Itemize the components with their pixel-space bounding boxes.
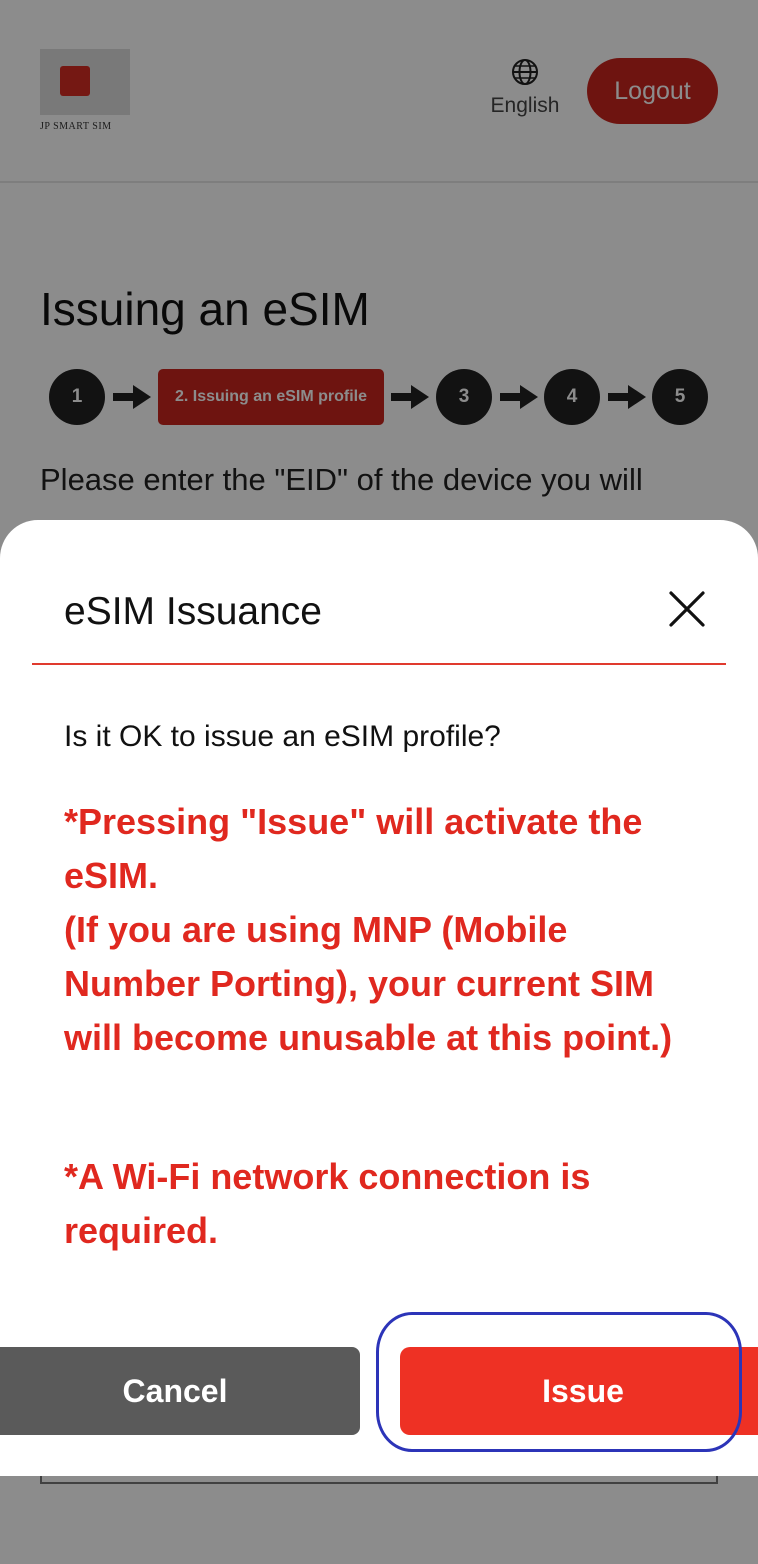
activation-warning: *Pressing "Issue" will activate the eSIM… (64, 795, 704, 1065)
esim-issuance-dialog: eSIM Issuance Is it OK to issue an eSIM … (0, 520, 758, 1476)
dialog-title: eSIM Issuance (64, 590, 322, 633)
activation-warning-text: *Pressing "Issue" will activate the eSIM… (64, 801, 643, 896)
close-icon (669, 591, 705, 627)
issue-button[interactable]: Issue (400, 1347, 758, 1435)
dialog-divider (32, 663, 726, 665)
confirmation-question: Is it OK to issue an eSIM profile? (64, 720, 501, 753)
close-button[interactable] (664, 586, 710, 632)
cancel-button[interactable]: Cancel (0, 1347, 360, 1435)
mnp-warning-text: (If you are using MNP (Mobile Number Por… (64, 909, 673, 1058)
wifi-warning-text: *A Wi-Fi network connection is required. (64, 1156, 591, 1251)
